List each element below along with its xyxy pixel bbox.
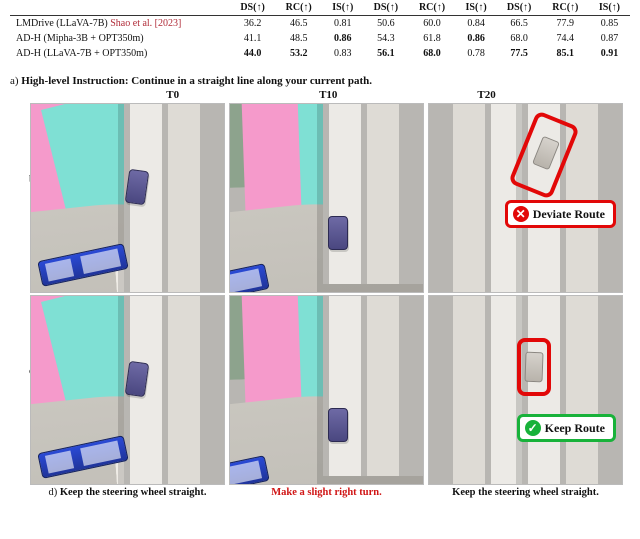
col-is-3: IS(↑) <box>589 0 630 16</box>
caption-t20: Keep the steering wheel straight. <box>428 487 623 498</box>
cell: 48.5 <box>275 31 322 46</box>
row-name: AD-H (LLaVA-7B + OPT350m) <box>10 46 230 61</box>
cell: 85.1 <box>542 46 589 61</box>
cell: 50.6 <box>363 16 408 32</box>
col-is-2: IS(↑) <box>456 0 497 16</box>
cell: 74.4 <box>542 31 589 46</box>
row-name: AD-H (Mipha-3B + OPT350m) <box>10 31 230 46</box>
label-d: d) <box>48 487 57 498</box>
caption-t10: Make a slight right turn. <box>229 487 424 498</box>
panel-b-t0 <box>30 103 225 293</box>
cell: 66.5 <box>497 16 542 32</box>
check-icon: ✓ <box>525 420 541 436</box>
ego-car-icon <box>328 408 348 442</box>
col-ds-1: DS(↑) <box>230 0 275 16</box>
cell: 0.86 <box>322 31 363 46</box>
col-ds-2: DS(↑) <box>363 0 408 16</box>
panel-b-t20: ✕ Deviate Route <box>428 103 623 293</box>
cell: 54.3 <box>363 31 408 46</box>
cell: 68.0 <box>497 31 542 46</box>
cell: 0.78 <box>456 46 497 61</box>
cell: 44.0 <box>230 46 275 61</box>
ego-car-icon <box>328 216 348 250</box>
col-rc-3: RC(↑) <box>542 0 589 16</box>
panel-b-t10 <box>229 103 424 293</box>
cell: 68.0 <box>408 46 455 61</box>
time-t20: T20 <box>477 89 495 101</box>
col-rc-1: RC(↑) <box>275 0 322 16</box>
cell: 77.9 <box>542 16 589 32</box>
time-labels: T0 T10 T20 <box>30 89 632 101</box>
cell: 60.0 <box>408 16 455 32</box>
deviate-route-badge: ✕ Deviate Route <box>505 200 616 228</box>
table-row: LMDrive (LLaVA-7B) Shao et al. [2023]36.… <box>10 16 630 32</box>
panel-row-c: c) ✓ Keep Route <box>30 295 632 485</box>
cell: 0.91 <box>589 46 630 61</box>
panel-c-t10 <box>229 295 424 485</box>
cell: 77.5 <box>497 46 542 61</box>
cell: 0.85 <box>589 16 630 32</box>
cell: 0.83 <box>322 46 363 61</box>
instr-text: Continue in a straight line along your c… <box>131 75 372 87</box>
panel-c-t20: ✓ Keep Route <box>428 295 623 485</box>
cell: 46.5 <box>275 16 322 32</box>
keep-route-badge: ✓ Keep Route <box>517 414 616 442</box>
cell: 53.2 <box>275 46 322 61</box>
highlight-box-icon <box>517 338 551 396</box>
col-is-1: IS(↑) <box>322 0 363 16</box>
citation: Shao et al. [2023] <box>110 18 181 29</box>
results-table: DS(↑) RC(↑) IS(↑) DS(↑) RC(↑) IS(↑) DS(↑… <box>10 0 630 61</box>
caption-row-d: d) Keep the steering wheel straight. Mak… <box>30 487 632 498</box>
col-rc-2: RC(↑) <box>408 0 455 16</box>
cell: 0.81 <box>322 16 363 32</box>
time-t10: T10 <box>319 89 337 101</box>
table-header-row: DS(↑) RC(↑) IS(↑) DS(↑) RC(↑) IS(↑) DS(↑… <box>10 0 630 16</box>
time-t0: T0 <box>166 89 179 101</box>
panel-c-t0 <box>30 295 225 485</box>
cross-icon: ✕ <box>513 206 529 222</box>
cell: 61.8 <box>408 31 455 46</box>
cell: 41.1 <box>230 31 275 46</box>
cell: 56.1 <box>363 46 408 61</box>
table-row: AD-H (LLaVA-7B + OPT350m)44.053.20.8356.… <box>10 46 630 61</box>
cell: 0.84 <box>456 16 497 32</box>
cell: 0.87 <box>589 31 630 46</box>
row-name: LMDrive (LLaVA-7B) Shao et al. [2023] <box>10 16 230 32</box>
keep-route-label: Keep Route <box>545 421 605 436</box>
cell: 0.86 <box>456 31 497 46</box>
instr-prefix: High-level Instruction: <box>21 75 128 87</box>
caption-t0: Keep the steering wheel straight. <box>60 487 207 498</box>
label-a: a) <box>10 75 19 87</box>
table-row: AD-H (Mipha-3B + OPT350m)41.148.50.8654.… <box>10 31 630 46</box>
instruction-line: a) High-level Instruction: Continue in a… <box>10 75 632 87</box>
panel-row-b: b) ✕ Deviate Route <box>30 103 632 293</box>
figure: a) High-level Instruction: Continue in a… <box>0 69 640 498</box>
cell: 36.2 <box>230 16 275 32</box>
col-ds-3: DS(↑) <box>497 0 542 16</box>
deviate-route-label: Deviate Route <box>533 207 605 222</box>
